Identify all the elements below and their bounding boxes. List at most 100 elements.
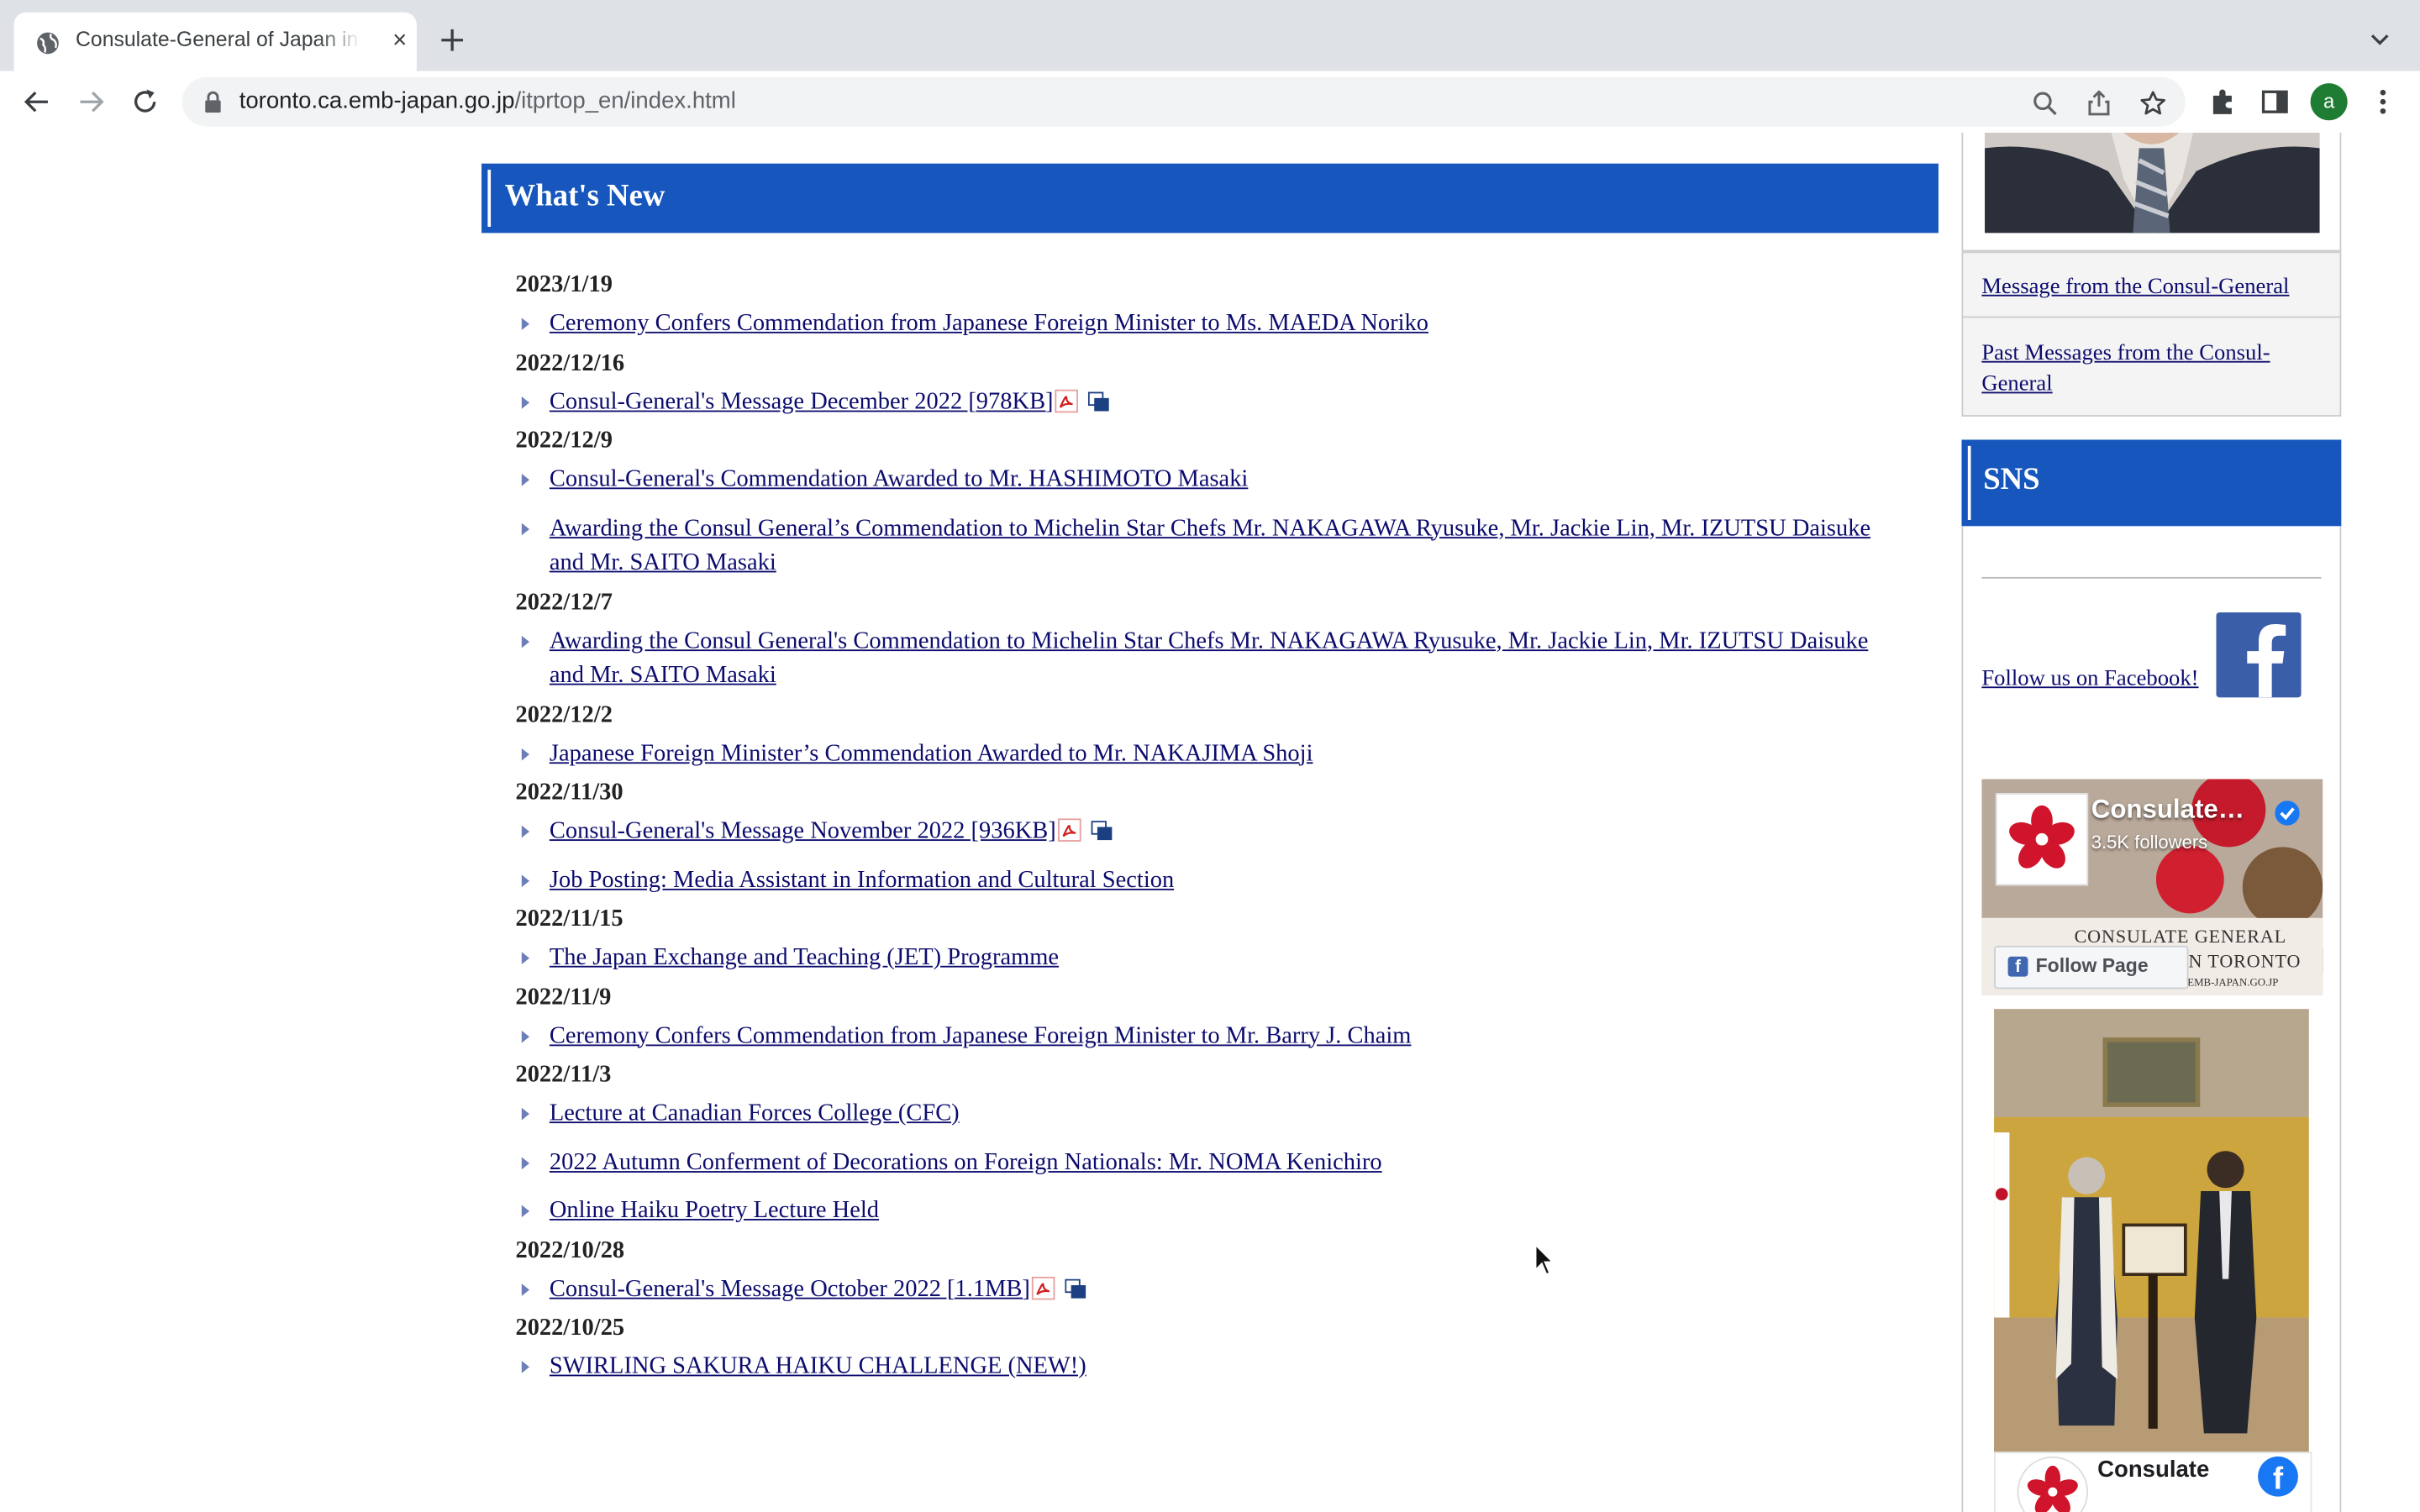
pdf-icon <box>1055 388 1079 412</box>
pdf-icon <box>1032 1275 1056 1299</box>
banner-text: N TORONTO <box>2188 950 2302 973</box>
bullet-arrow-icon <box>521 825 529 838</box>
url-path: /itprtop_en/index.html <box>514 87 736 114</box>
news-link[interactable]: Consul-General's Message October 2022 [1… <box>550 1275 1030 1301</box>
tab-strip: Consulate-General of Japan in Toronto × <box>0 0 2420 71</box>
news-item: Consul-General's Message December 2022 [… <box>515 385 1904 419</box>
sns-header: SNS <box>1961 439 2342 527</box>
news-item: Consul-General's Message November 2022 [… <box>515 815 1904 849</box>
menu-kebab-icon[interactable] <box>2368 87 2399 118</box>
follow-page-button[interactable]: f Follow Page <box>1994 945 2189 990</box>
bullet-arrow-icon <box>521 1360 529 1373</box>
facebook-post-footer: Consulate f <box>1994 1452 2312 1512</box>
chevron-down-icon[interactable] <box>2368 28 2392 52</box>
news-item: 2022 Autumn Conferment of Decorations on… <box>515 1146 1904 1180</box>
news-list: 2023/1/19 Ceremony Confers Commendation f… <box>515 270 1904 1390</box>
new-tab-icon[interactable] <box>435 24 469 57</box>
url-text[interactable]: toronto.ca.emb-japan.go.jp/itprtop_en/in… <box>239 88 736 114</box>
news-item: Lecture at Canadian Forces College (CFC) <box>515 1097 1904 1131</box>
news-date: 2022/12/16 <box>515 349 625 376</box>
fb-followers: 3.5K followers <box>2091 831 2208 853</box>
sakura-logo-icon <box>2009 805 2075 869</box>
news-date: 2022/12/9 <box>515 427 613 454</box>
news-link[interactable]: The Japan Exchange and Teaching (JET) Pr… <box>550 944 1059 970</box>
news-item: Consul-General's Commendation Awarded to… <box>515 463 1904 497</box>
forward-icon[interactable] <box>74 85 108 118</box>
reload-icon[interactable] <box>128 85 161 118</box>
news-item: Online Haiku Poetry Lecture Held <box>515 1194 1904 1229</box>
divider <box>1963 316 2340 318</box>
post-author-name[interactable]: Consulate <box>2097 1457 2209 1484</box>
news-link[interactable]: Lecture at Canadian Forces College (CFC) <box>550 1100 960 1126</box>
sakura-logo-icon <box>2027 1465 2078 1512</box>
news-link[interactable]: Consul-General's Commendation Awarded to… <box>550 466 1248 492</box>
page-avatar <box>1995 793 2089 886</box>
new-window-icon <box>1065 1278 1086 1298</box>
new-window-icon <box>1088 391 1110 411</box>
news-date: 2022/10/28 <box>515 1236 625 1263</box>
zoom-search-icon[interactable] <box>2031 90 2059 118</box>
news-date: 2022/12/2 <box>515 701 613 728</box>
profile-avatar[interactable]: a <box>2310 83 2348 121</box>
news-item: Japanese Foreign Minister’s Commendation… <box>515 737 1904 771</box>
fb-page-name[interactable]: Consulate… <box>2091 795 2244 826</box>
news-link[interactable]: Ceremony Confers Commendation from Japan… <box>550 1022 1412 1048</box>
news-date: 2022/11/30 <box>515 779 623 806</box>
bullet-arrow-icon <box>521 473 529 486</box>
news-link[interactable]: Consul-General's Message November 2022 [… <box>550 817 1056 843</box>
news-date: 2022/11/3 <box>515 1061 612 1088</box>
news-link[interactable]: Job Posting: Media Assistant in Informat… <box>550 866 1174 892</box>
extensions-icon[interactable] <box>2207 87 2238 118</box>
whats-new-title: What's New <box>504 179 666 213</box>
bullet-arrow-icon <box>521 634 529 648</box>
news-item: Ceremony Confers Commendation from Japan… <box>515 307 1904 342</box>
whats-new-header: What's New <box>481 163 1939 234</box>
consul-photo-box <box>1961 132 2342 252</box>
browser-tab[interactable]: Consulate-General of Japan in Toronto × <box>13 12 417 71</box>
share-icon[interactable] <box>2085 90 2112 118</box>
bullet-arrow-icon <box>521 747 529 760</box>
news-date: 2022/11/9 <box>515 983 612 1011</box>
news-date: 2022/11/15 <box>515 906 623 932</box>
news-link[interactable]: Online Haiku Poetry Lecture Held <box>550 1197 879 1223</box>
post-author-avatar <box>2017 1456 2089 1512</box>
news-link[interactable]: 2022 Autumn Conferment of Decorations on… <box>550 1148 1382 1174</box>
news-link[interactable]: SWIRLING SAKURA HAIKU CHALLENGE (NEW!) <box>550 1353 1086 1379</box>
pdf-icon <box>1058 818 1082 842</box>
new-window-icon <box>1091 821 1113 841</box>
tab-close-icon[interactable]: × <box>386 28 413 55</box>
news-item: Job Posting: Media Assistant in Informat… <box>515 864 1904 898</box>
past-messages-link[interactable]: Past Messages from the Consul-General <box>1981 338 2313 399</box>
bullet-arrow-icon <box>521 1107 529 1121</box>
follow-page-label: Follow Page <box>2035 954 2149 977</box>
back-icon[interactable] <box>20 85 54 118</box>
facebook-post-image[interactable] <box>1994 1009 2309 1452</box>
news-link[interactable]: Ceremony Confers Commendation from Japan… <box>550 310 1428 336</box>
sns-title: SNS <box>1983 463 2040 497</box>
news-item: SWIRLING SAKURA HAIKU CHALLENGE (NEW!) <box>515 1350 1904 1384</box>
consul-links-box: Message from the Consul-General Past Mes… <box>1961 251 2342 417</box>
consul-general-photo <box>1985 132 2320 234</box>
message-from-consul-link[interactable]: Message from the Consul-General <box>1981 271 2313 302</box>
url-host: toronto.ca.emb-japan.go.jp <box>239 87 515 114</box>
facebook-icon[interactable]: f <box>2258 1456 2298 1497</box>
bullet-arrow-icon <box>521 952 529 964</box>
page-content: What's New 2023/1/19 Ceremony Confers Com… <box>0 132 2420 1512</box>
header-accent-bar <box>1967 445 1971 520</box>
facebook-logo-icon[interactable] <box>2216 612 2302 698</box>
header-accent-bar <box>487 170 492 227</box>
follow-facebook-link[interactable]: Follow us on Facebook! <box>1981 666 2198 692</box>
lock-icon[interactable] <box>203 91 222 113</box>
bullet-arrow-icon <box>521 522 529 535</box>
side-panel-icon[interactable] <box>2260 87 2291 118</box>
address-bar[interactable]: toronto.ca.emb-japan.go.jp/itprtop_en/in… <box>182 76 2186 127</box>
browser-toolbar: toronto.ca.emb-japan.go.jp/itprtop_en/in… <box>0 71 2420 134</box>
news-link[interactable]: Consul-General's Message December 2022 [… <box>550 388 1054 414</box>
news-link[interactable]: Awarding the Consul General’s Commendati… <box>550 515 1870 576</box>
news-item: Awarding the Consul General's Commendati… <box>515 624 1904 694</box>
facebook-page-widget[interactable]: Consulate… 3.5K followers CONSULATE GENE… <box>1981 779 2323 995</box>
bookmark-star-icon[interactable] <box>2139 90 2167 118</box>
globe-icon <box>37 32 59 55</box>
news-link[interactable]: Awarding the Consul General's Commendati… <box>550 627 1868 689</box>
news-link[interactable]: Japanese Foreign Minister’s Commendation… <box>550 740 1313 766</box>
